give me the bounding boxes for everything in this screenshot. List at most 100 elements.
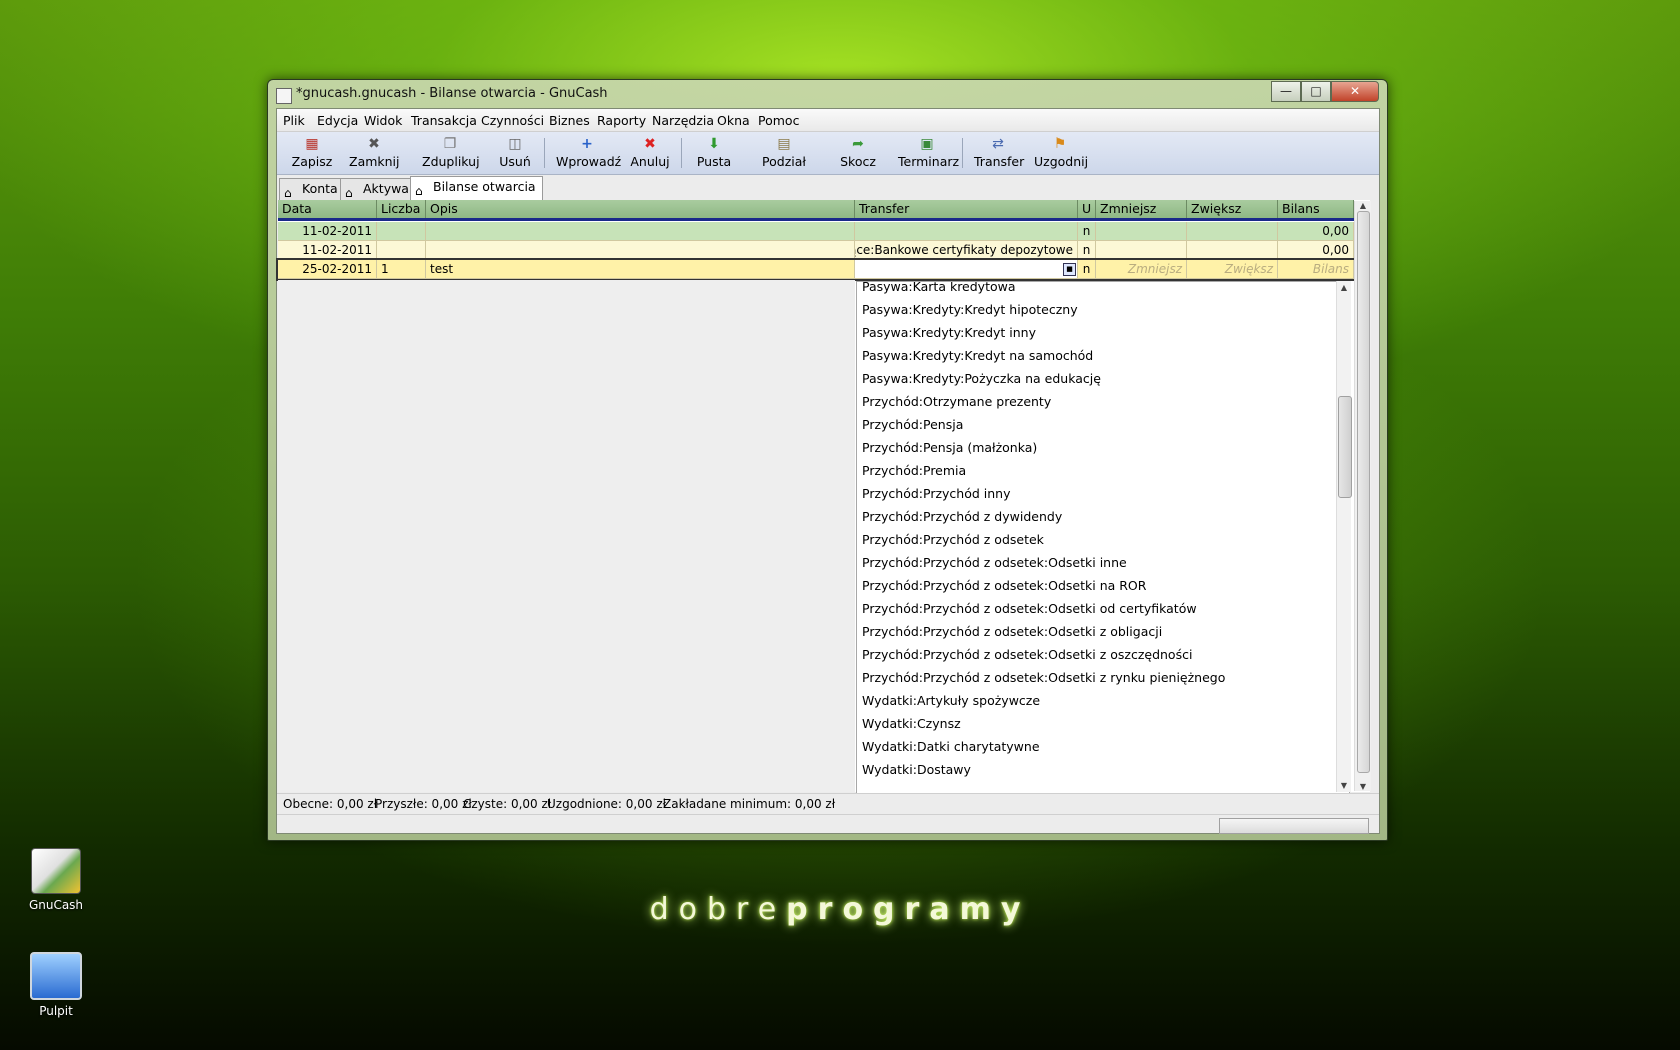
row-transfer[interactable]: [855, 222, 1078, 241]
dropdown-item[interactable]: Pasywa:Karta kredytowa: [862, 282, 1016, 298]
dropdown-item[interactable]: Przychód:Przychód z odsetek:Odsetki z os…: [862, 643, 1192, 666]
register-scrollbar[interactable]: ▲ ▼: [1354, 201, 1371, 791]
row-r[interactable]: n: [1078, 260, 1096, 279]
close-register-button[interactable]: ✖ Zamknij: [349, 134, 400, 172]
desktop-icon-pulpit[interactable]: Pulpit: [16, 952, 96, 1018]
transfer-button[interactable]: ⇄ Transfer: [974, 134, 1025, 172]
menu-pomoc[interactable]: Pomoc: [758, 113, 799, 128]
dropdown-item[interactable]: Wydatki:Dostawy: [862, 758, 971, 781]
dropdown-item[interactable]: Przychód:Przychód inny: [862, 482, 1011, 505]
dropdown-item[interactable]: Przychód:Otrzymane prezenty: [862, 390, 1051, 413]
blank-button[interactable]: ⬇ Pusta: [695, 134, 733, 172]
schedule-button[interactable]: ▣ Terminarz: [898, 134, 959, 172]
toolbar-separator: [962, 138, 963, 168]
decrease-input[interactable]: Zmniejsz: [1096, 260, 1187, 279]
col-r[interactable]: U: [1078, 200, 1096, 218]
tab-aktywa-label: Aktywa: [363, 181, 409, 196]
row-decrease[interactable]: [1096, 222, 1187, 241]
tab-konta[interactable]: ⌂ Konta: [279, 178, 345, 200]
save-button[interactable]: ▦ Zapisz: [290, 134, 334, 172]
title-bar[interactable]: *gnucash.gnucash - Bilanse otwarcia - Gn…: [268, 80, 1387, 108]
dropdown-scrollbar[interactable]: ▲ ▼: [1336, 281, 1352, 792]
maximize-button[interactable]: □: [1301, 81, 1331, 102]
register-scroll-thumb[interactable]: [1357, 211, 1370, 773]
dropdown-item[interactable]: Przychód:Przychód z dywidendy: [862, 505, 1062, 528]
col-balance[interactable]: Bilans: [1278, 200, 1354, 218]
table-row[interactable]: 11-02-2011 bieżące:Bankowe certyfikaty d…: [278, 241, 1354, 260]
dropdown-item[interactable]: Pasywa:Kredyty:Kredyt hipoteczny: [862, 298, 1078, 321]
dropdown-item[interactable]: Przychód:Przychód z odsetek:Odsetki z ob…: [862, 620, 1162, 643]
increase-input[interactable]: Zwiększ: [1187, 260, 1278, 279]
dropdown-item[interactable]: Przychód:Przychód z odsetek:Odsetki z ry…: [862, 666, 1225, 689]
dropdown-item[interactable]: Przychód:Przychód z odsetek: [862, 528, 1044, 551]
scroll-down-arrow-icon[interactable]: ▼: [1355, 782, 1371, 791]
menu-transakcja[interactable]: Transakcja: [411, 113, 477, 128]
menu-biznes[interactable]: Biznes: [549, 113, 590, 128]
dropdown-item[interactable]: Wydatki:Datki charytatywne: [862, 735, 1040, 758]
table-row[interactable]: 11-02-2011 n 0,00: [278, 222, 1354, 241]
scroll-down-arrow-icon[interactable]: ▼: [1336, 781, 1352, 790]
cancel-button[interactable]: ✖ Anuluj: [629, 134, 671, 172]
dropdown-item[interactable]: Przychód:Premia: [862, 459, 966, 482]
tab-aktywa[interactable]: ⌂ Aktywa: [340, 178, 416, 200]
row-num[interactable]: [377, 222, 426, 241]
duplicate-button[interactable]: ❐ Zduplikuj: [422, 134, 480, 172]
dropdown-item[interactable]: Pasywa:Kredyty:Kredyt inny: [862, 321, 1036, 344]
enter-button[interactable]: + Wprowadź: [556, 134, 621, 172]
row-r[interactable]: n: [1078, 222, 1096, 241]
tab-bilanse-otwarcia[interactable]: ⌂ Bilanse otwarcia: [410, 176, 543, 201]
split-icon: ▤: [777, 136, 791, 152]
table-row-cursor[interactable]: 25-02-2011 1 test ■ n Zmniejsz Zwiększ B…: [276, 258, 1356, 281]
dropdown-item[interactable]: Przychód:Przychód z odsetek:Odsetki na R…: [862, 574, 1146, 597]
dropdown-item[interactable]: Przychód:Przychód z odsetek:Odsetki inne: [862, 551, 1127, 574]
dropdown-item[interactable]: Przychód:Pensja (małżonka): [862, 436, 1037, 459]
minimize-button[interactable]: —: [1271, 81, 1301, 102]
row-num[interactable]: [377, 241, 426, 260]
menu-widok[interactable]: Widok: [364, 113, 402, 128]
summary-reconciled: Uzgodnione: 0,00 zł: [547, 797, 667, 811]
dropdown-item[interactable]: Pasywa:Kredyty:Kredyt na samochód: [862, 344, 1093, 367]
transfer-account-input[interactable]: [855, 260, 1078, 279]
col-transfer[interactable]: Transfer: [855, 200, 1078, 218]
row-desc[interactable]: [426, 222, 855, 241]
row-increase[interactable]: [1187, 222, 1278, 241]
menu-narzedzia[interactable]: Narzędzia: [652, 113, 714, 128]
menu-plik[interactable]: Plik: [283, 113, 305, 128]
row-num[interactable]: 1: [377, 260, 426, 279]
row-date[interactable]: 25-02-2011: [278, 260, 377, 279]
scroll-up-arrow-icon[interactable]: ▲: [1355, 201, 1371, 210]
dropdown-item[interactable]: Pasywa:Kredyty:Pożyczka na edukację: [862, 367, 1101, 390]
scroll-up-arrow-icon[interactable]: ▲: [1336, 283, 1352, 292]
row-date[interactable]: 11-02-2011: [278, 222, 377, 241]
reconcile-button[interactable]: ⚑ Uzgodnij: [1034, 134, 1088, 172]
menu-okna[interactable]: Okna: [717, 113, 750, 128]
combo-dropdown-icon[interactable]: ■: [1063, 263, 1076, 276]
split-button[interactable]: ▤ Podział: [762, 134, 806, 172]
dropdown-item[interactable]: Przychód:Pensja: [862, 413, 963, 436]
row-increase[interactable]: [1187, 241, 1278, 260]
dropdown-scroll-thumb[interactable]: [1338, 396, 1352, 498]
col-desc[interactable]: Opis: [426, 200, 855, 218]
delete-button[interactable]: ◫ Usuń: [498, 134, 532, 172]
row-decrease[interactable]: [1096, 241, 1187, 260]
row-date[interactable]: 11-02-2011: [278, 241, 377, 260]
col-num[interactable]: Liczba: [377, 200, 426, 218]
jump-button[interactable]: ➦ Skocz: [839, 134, 877, 172]
row-desc[interactable]: test: [426, 260, 855, 279]
row-r[interactable]: n: [1078, 241, 1096, 260]
menu-czynnosci[interactable]: Czynności: [481, 113, 544, 128]
menu-edycja[interactable]: Edycja: [317, 113, 358, 128]
close-icon: ✖: [368, 136, 380, 152]
dropdown-item[interactable]: Przychód:Przychód z odsetek:Odsetki od c…: [862, 597, 1197, 620]
col-date[interactable]: Data: [278, 200, 377, 218]
dropdown-item[interactable]: Wydatki:Czynsz: [862, 712, 961, 735]
row-transfer[interactable]: bieżące:Bankowe certyfikaty depozytowe: [855, 241, 1078, 260]
summary-cleared: Czyste: 0,00 zł: [463, 797, 552, 811]
col-increase[interactable]: Zwiększ: [1187, 200, 1278, 218]
row-desc[interactable]: [426, 241, 855, 260]
dropdown-item[interactable]: Wydatki:Artykuły spożywcze: [862, 689, 1040, 712]
menu-raporty[interactable]: Raporty: [597, 113, 646, 128]
close-window-button[interactable]: ✕: [1331, 81, 1379, 102]
col-decrease[interactable]: Zmniejsz: [1096, 200, 1187, 218]
transfer-label: Transfer: [974, 154, 1025, 169]
